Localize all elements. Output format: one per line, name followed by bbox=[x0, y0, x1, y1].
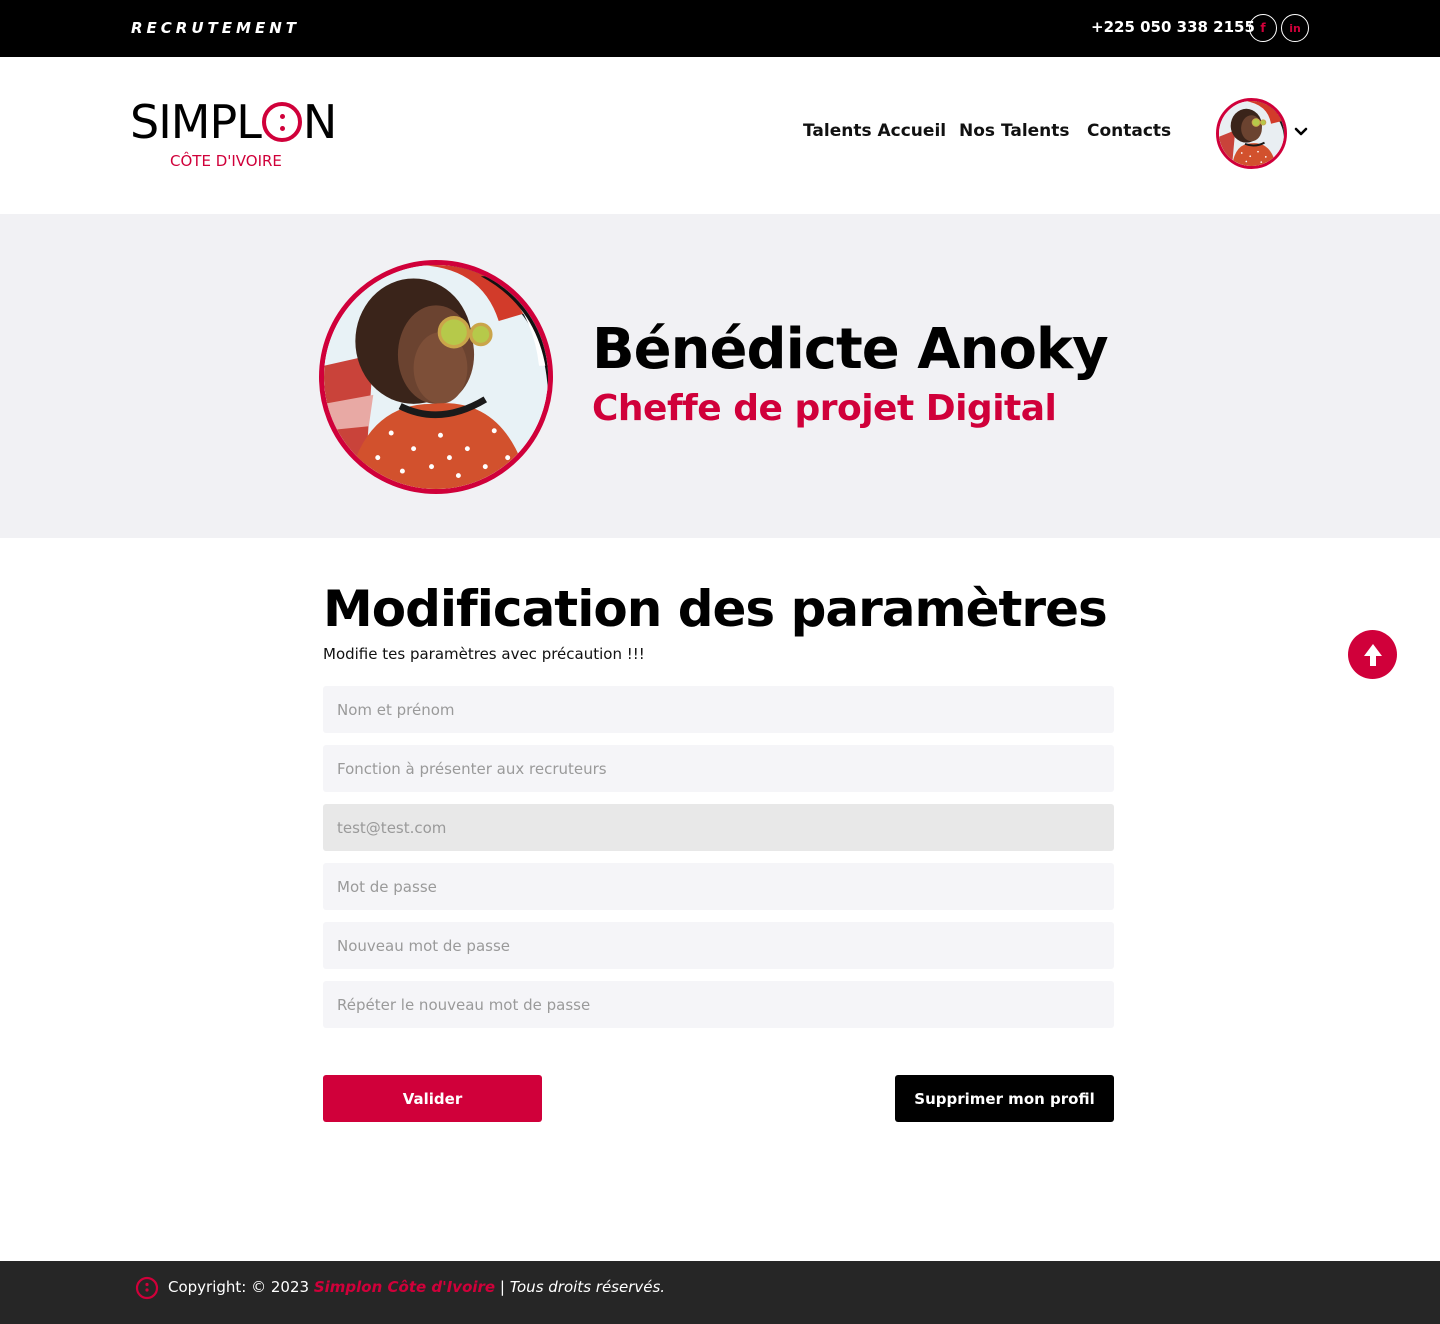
nav-talents-accueil[interactable]: Talents Accueil bbox=[803, 121, 946, 141]
footer-brand-link[interactable]: Simplon Côte d'Ivoire bbox=[314, 1278, 495, 1296]
footer-copyright: Copyright: © 2023 Simplon Côte d'Ivoire … bbox=[168, 1278, 665, 1296]
copyright-text: Copyright: © 2023 bbox=[168, 1278, 310, 1296]
profile-banner: Bénédicte Anoky Cheffe de projet Digital bbox=[0, 214, 1440, 538]
facebook-icon[interactable]: f bbox=[1249, 14, 1277, 42]
name-field[interactable] bbox=[323, 686, 1114, 733]
logo-text-left: SIMPL bbox=[130, 95, 262, 149]
profile-role: Cheffe de projet Digital bbox=[592, 388, 1057, 429]
recruitment-label: RECRUTEMENT bbox=[131, 19, 300, 37]
linkedin-glyph: in bbox=[1289, 21, 1301, 35]
delete-profile-button[interactable]: Supprimer mon profil bbox=[895, 1075, 1114, 1122]
function-field[interactable] bbox=[323, 745, 1114, 792]
scroll-top-button[interactable] bbox=[1348, 630, 1397, 679]
simplon-logo[interactable]: SIMPL N bbox=[130, 95, 337, 149]
form-title: Modification des paramètres bbox=[323, 580, 1108, 638]
nav-nos-talents[interactable]: Nos Talents bbox=[959, 121, 1070, 141]
repeat-password-field[interactable] bbox=[323, 981, 1114, 1028]
form-subtitle: Modifie tes paramètres avec précaution !… bbox=[323, 645, 645, 663]
validate-button[interactable]: Valider bbox=[323, 1075, 542, 1122]
arrow-up-icon bbox=[1363, 643, 1382, 666]
avatar-photo bbox=[1219, 101, 1284, 166]
email-field bbox=[323, 804, 1114, 851]
profile-photo-art bbox=[324, 265, 548, 489]
phone-number[interactable]: +225 050 338 2155 bbox=[1091, 18, 1255, 36]
logo-o-icon bbox=[261, 102, 302, 142]
chevron-down-icon[interactable] bbox=[1293, 124, 1309, 140]
logo-subtitle: CÔTE D'IVOIRE bbox=[170, 152, 282, 170]
main-header: SIMPL N CÔTE D'IVOIRE Talents Accueil Nos… bbox=[0, 57, 1440, 214]
logo-text-right: N bbox=[302, 95, 337, 149]
footer: Copyright: © 2023 Simplon Côte d'Ivoire … bbox=[0, 1261, 1440, 1324]
top-bar: RECRUTEMENT +225 050 338 2155 f in bbox=[0, 0, 1440, 57]
linkedin-icon[interactable]: in bbox=[1281, 14, 1309, 42]
facebook-glyph: f bbox=[1260, 21, 1266, 35]
rights-text: | Tous droits réservés. bbox=[499, 1278, 666, 1296]
new-password-field[interactable] bbox=[323, 922, 1114, 969]
profile-name: Bénédicte Anoky bbox=[592, 317, 1109, 382]
profile-photo bbox=[319, 260, 553, 494]
nav-contacts[interactable]: Contacts bbox=[1087, 121, 1171, 141]
simplon-logo-icon bbox=[135, 1276, 159, 1300]
password-field[interactable] bbox=[323, 863, 1114, 910]
user-avatar[interactable] bbox=[1216, 98, 1287, 169]
